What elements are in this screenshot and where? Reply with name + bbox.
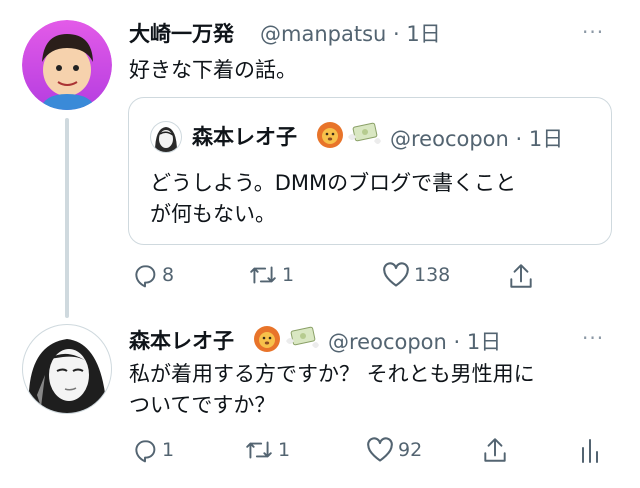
tweet2-handle-row: @reocopon · 1日 [328, 326, 501, 356]
share-icon [510, 264, 532, 288]
lion-emoji-icon [254, 326, 280, 352]
tweet2-text: 私が着用する方ですか？ それとも男性用に ついてですか？ [129, 359, 619, 421]
quote-handle[interactable]: @reocopon [390, 127, 509, 151]
tweet1-like-count: 138 [414, 264, 451, 286]
tweet1-reply-count: 8 [162, 264, 175, 286]
tweet1-handle[interactable]: @manpatsu [260, 22, 386, 46]
tweet2-handle[interactable]: @reocopon [328, 330, 447, 354]
quote-text-line1: どうしよう。DMMのブログで書くこと [150, 171, 517, 195]
tweet2-more-button[interactable]: ··· [582, 326, 604, 350]
quote-text-line2: が何もない。 [150, 202, 276, 226]
reply-icon [135, 440, 156, 463]
thread-connector-line [65, 118, 69, 318]
tweet1-time[interactable]: 1日 [406, 22, 440, 46]
quote-avatar-reocopon[interactable] [150, 121, 182, 153]
tweet1-reply-button[interactable]: 8 [132, 262, 174, 288]
tweet1-author-name[interactable]: 大崎一万発 [129, 18, 234, 48]
money-emoji-icon [348, 122, 381, 144]
quote-text: どうしよう。DMMのブログで書くこと が何もない。 [150, 168, 600, 230]
tweet2-text-line1: 私が着用する方ですか？ それとも男性用に [129, 362, 535, 386]
avatar-manpatsu[interactable] [22, 20, 112, 110]
tweet2-retweet-count: 1 [278, 439, 291, 461]
lion-emoji-icon [317, 122, 343, 148]
analytics-icon [582, 439, 598, 463]
tweet2-reply-count: 1 [162, 439, 175, 461]
tweet2-text-line2: ついてですか？ [129, 393, 276, 417]
tweet1-like-button[interactable]: 138 [382, 262, 450, 288]
share-icon [484, 438, 506, 462]
tweet2-like-button[interactable]: 92 [366, 437, 422, 463]
quote-time[interactable]: 1日 [529, 127, 563, 151]
tweet1-retweet-count: 1 [282, 264, 295, 286]
separator-dot: · [515, 127, 523, 151]
avatar-reocopon[interactable] [22, 324, 112, 414]
tweet2-analytics-button[interactable] [578, 436, 602, 464]
separator-dot: · [393, 22, 400, 46]
tweet2-retweet-button[interactable]: 1 [244, 437, 290, 463]
tweet2-reply-button[interactable]: 1 [132, 437, 174, 463]
tweet2-author-name[interactable]: 森本レオ子 [129, 325, 234, 355]
tweet1-share-button[interactable] [508, 262, 534, 290]
tweet2-time[interactable]: 1日 [467, 330, 501, 354]
retweet-icon [246, 441, 272, 459]
quote-handle-row: @reocopon · 1日 [390, 123, 563, 153]
tweet1-text: 好きな下着の話。 [129, 58, 297, 82]
money-emoji-icon [286, 326, 319, 348]
reply-icon [135, 265, 156, 288]
tweet2-like-count: 92 [398, 439, 423, 461]
tweet1-retweet-button[interactable]: 1 [248, 262, 294, 288]
retweet-icon [250, 266, 276, 284]
tweet2-share-button[interactable] [482, 436, 508, 464]
like-icon [367, 437, 393, 462]
separator-dot: · [453, 330, 461, 354]
quote-author-name[interactable]: 森本レオ子 [192, 121, 297, 151]
tweet1-handle-row: @manpatsu · 1日 [260, 18, 441, 48]
tweet1-more-button[interactable]: ··· [582, 20, 604, 44]
like-icon [383, 262, 409, 287]
